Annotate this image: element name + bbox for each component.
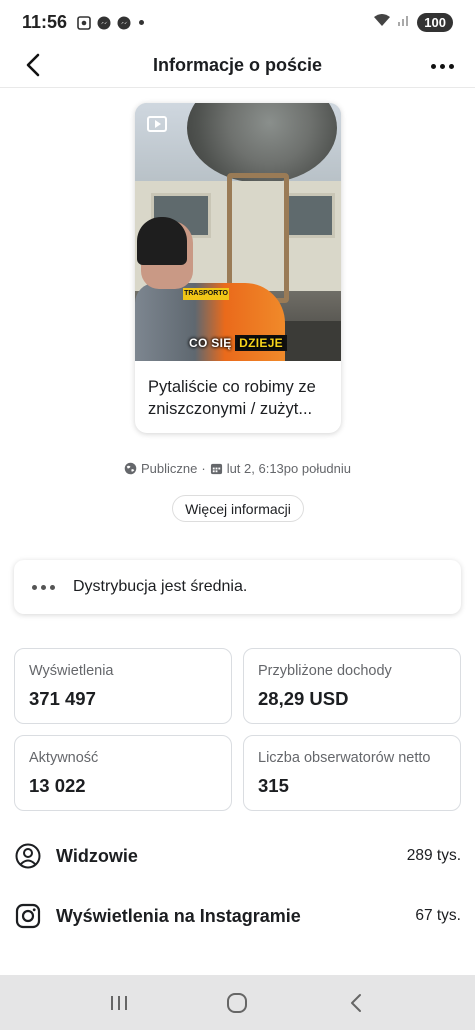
messenger-icon <box>97 15 111 30</box>
wifi-icon <box>373 12 391 32</box>
row-label: Widzowie <box>56 845 138 866</box>
stat-label: Przybliżone dochody <box>258 663 392 679</box>
stat-card-engagement[interactable]: Aktywność 13 022 <box>14 735 232 811</box>
stat-card-views[interactable]: Wyświetlenia 371 497 <box>14 648 232 724</box>
more-dot-icon <box>430 63 436 69</box>
thumbnail-sign: TRASPORTO <box>183 288 229 300</box>
screenshot-icon <box>77 15 91 30</box>
system-back-button[interactable] <box>339 986 373 1020</box>
calendar-icon <box>210 462 223 475</box>
stat-label: Liczba obserwatorów netto <box>258 750 431 766</box>
stat-value: 315 <box>258 775 289 796</box>
row-label: Wyświetlenia na Instagramie <box>56 905 301 926</box>
thumbnail-worker-beanie <box>137 217 187 265</box>
globe-icon <box>124 462 137 475</box>
back-button[interactable] <box>18 50 48 80</box>
stat-label: Aktywność <box>29 750 99 766</box>
stat-value: 371 497 <box>29 688 96 709</box>
more-dot-icon <box>448 63 454 69</box>
home-icon <box>227 992 248 1013</box>
top-header: Informacje o poście <box>0 44 475 88</box>
notification-dot-icon <box>139 19 145 25</box>
signal-icon <box>397 12 411 32</box>
caption-prefix: CO SIĘ <box>189 336 232 350</box>
more-info-button[interactable]: Więcej informacji <box>172 495 304 522</box>
status-bar: 11:56 100 <box>0 0 475 44</box>
person-circle-icon <box>14 842 42 870</box>
chevron-left-icon <box>26 53 40 77</box>
distribution-text: Dystrybucja jest średnia. <box>73 578 248 595</box>
more-options-button[interactable] <box>427 52 457 80</box>
page-title: Informacje o poście <box>152 55 323 75</box>
video-thumbnail[interactable]: TRASPORTO CO SIĘ DZIEJE <box>135 103 341 361</box>
distribution-card[interactable]: Dystrybucja jest średnia. <box>14 560 461 614</box>
stat-card-net-followers[interactable]: Liczba obserwatorów netto 315 <box>243 735 461 811</box>
row-value: 67 tys. <box>415 907 461 924</box>
caption-highlight: DZIEJE <box>235 335 287 351</box>
row-viewers[interactable]: Widzowie 289 tys. <box>14 840 461 872</box>
home-button[interactable] <box>220 986 254 1020</box>
visibility-label: Publiczne <box>140 461 198 476</box>
stat-label: Wyświetlenia <box>29 663 114 679</box>
video-caption-overlay: CO SIĘ DZIEJE <box>135 335 341 351</box>
stat-card-earnings[interactable]: Przybliżone dochody 28,29 USD <box>243 648 461 724</box>
distribution-dots-icon <box>32 584 55 590</box>
meta-separator: · <box>201 461 206 476</box>
system-navigation-bar <box>0 975 475 1030</box>
row-value: 289 tys. <box>406 847 461 864</box>
video-play-icon <box>147 116 167 132</box>
row-instagram-views[interactable]: Wyświetlenia na Instagramie 67 tys. <box>14 900 461 932</box>
thumbnail-truck-window <box>285 193 335 238</box>
instagram-icon <box>14 902 42 930</box>
recent-apps-button[interactable] <box>102 986 136 1020</box>
stat-value: 13 022 <box>29 775 86 796</box>
status-time: 11:56 <box>22 11 68 32</box>
more-dot-icon <box>439 63 445 69</box>
stat-value: 28,29 USD <box>258 688 349 709</box>
recent-apps-icon <box>111 995 128 1010</box>
messenger-icon-2 <box>117 15 131 30</box>
post-meta: Publiczne · lut 2, 6:13po południu <box>0 461 475 476</box>
post-preview-card[interactable]: TRASPORTO CO SIĘ DZIEJE Pytaliście co ro… <box>135 103 341 433</box>
post-text: Pytaliście co robimy ze zniszczonymi / z… <box>148 378 316 418</box>
back-arrow-icon <box>350 993 361 1012</box>
post-date: lut 2, 6:13po południu <box>226 461 352 476</box>
battery-indicator: 100 <box>417 12 453 32</box>
